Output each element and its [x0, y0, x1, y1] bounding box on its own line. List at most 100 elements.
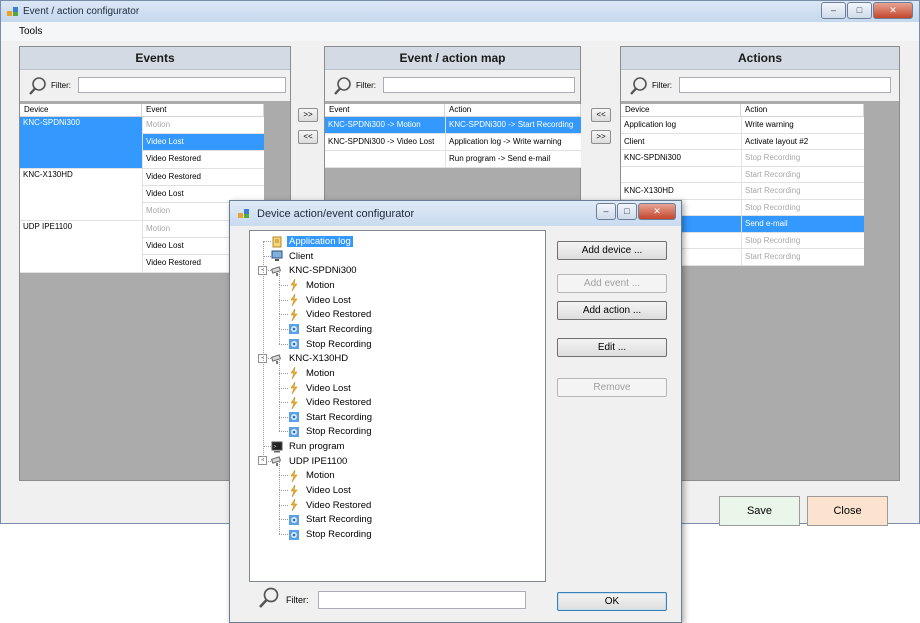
tree-node[interactable]: KNC-SPDNi300	[270, 264, 359, 277]
events-grid: Device Event KNC-SPDNi300 Motion Video Los…	[20, 104, 264, 273]
column-event[interactable]: Event	[142, 104, 264, 116]
tree-node-label: Motion	[306, 279, 335, 291]
event-bolt-icon	[288, 279, 300, 292]
minimize-icon[interactable]: –	[821, 2, 846, 19]
tree-node[interactable]: Application log	[271, 235, 353, 248]
svg-text:>: >	[274, 444, 277, 450]
event-cell[interactable]: Motion	[143, 117, 264, 134]
table-row[interactable]: KNC-SPDNi300 Stop Recording	[621, 150, 864, 167]
device-cell[interactable]: KNC-SPDNi300	[20, 117, 142, 168]
menubar: Tools	[1, 22, 919, 41]
tree-node[interactable]: Stop Recording	[288, 338, 373, 351]
tree-node-label: Video Restored	[306, 397, 372, 409]
maximize-icon[interactable]: □	[847, 2, 872, 19]
table-row[interactable]: KNC-X130HD Start Recording	[621, 183, 864, 200]
save-button[interactable]: Save	[719, 496, 800, 526]
window-controls: – □ ✕	[820, 2, 913, 19]
tree-node-label: Client	[289, 250, 314, 262]
device-cell[interactable]: UDP IPE1100	[20, 221, 142, 272]
tree-node-label: KNC-SPDNi300	[289, 265, 357, 277]
tree-node[interactable]: Motion	[288, 367, 337, 380]
device-tree[interactable]: Application log Client KNC-SPDNi300- Motion…	[249, 230, 546, 582]
add-event-button[interactable]: Add event ...	[557, 274, 667, 293]
maximize-icon[interactable]: □	[617, 203, 637, 220]
search-icon	[630, 77, 647, 95]
actions-filter-input[interactable]	[679, 77, 891, 93]
dialog-filter-input[interactable]	[318, 591, 526, 609]
action-cell: Run program -> Send e-mail	[445, 151, 581, 167]
table-row[interactable]: Start Recording	[621, 166, 864, 183]
tree-node[interactable]: Video Restored	[288, 396, 373, 409]
app-icon	[7, 7, 18, 16]
tree-node[interactable]: Video Restored	[288, 499, 373, 512]
column-device[interactable]: Device	[20, 104, 142, 116]
tree-node[interactable]: Video Restored	[288, 308, 373, 321]
monitor-icon	[271, 250, 283, 262]
tree-node[interactable]: Client	[271, 250, 315, 263]
event-cell[interactable]: Video Restored	[143, 169, 264, 186]
tree-node[interactable]: Motion	[288, 279, 337, 292]
tree-node[interactable]: Start Recording	[288, 513, 374, 526]
add-mapping-button[interactable]: >>	[298, 108, 318, 122]
close-icon[interactable]: ✕	[638, 203, 676, 220]
table-row[interactable]: KNC-SPDNi300 -> Motion KNC-SPDNi300 -> St…	[325, 117, 581, 134]
events-filter-row: Filter:	[20, 70, 290, 101]
column-device[interactable]: Device	[621, 104, 741, 116]
tree-node[interactable]: Start Recording	[288, 411, 374, 424]
table-row[interactable]: Run program -> Send e-mail	[325, 151, 581, 168]
device-cell	[621, 167, 741, 183]
action-cell: Start Recording	[741, 183, 864, 199]
add-action-button[interactable]: >>	[591, 130, 611, 144]
column-action[interactable]: Action	[741, 104, 864, 116]
window-title: Event / action configurator	[23, 6, 140, 17]
table-row[interactable]: KNC-SPDNi300 -> Video Lost Application lo…	[325, 134, 581, 151]
filter-label: Filter:	[356, 81, 376, 90]
tree-node-label: Application log	[287, 236, 353, 247]
table-row[interactable]: Client Activate layout #2	[621, 133, 864, 150]
tree-node-label: Start Recording	[306, 411, 373, 423]
events-grid-body: KNC-SPDNi300 Motion Video Lost Video Restor…	[20, 117, 264, 273]
event-cell[interactable]: Video Restored	[143, 151, 264, 168]
column-action[interactable]: Action	[445, 104, 581, 116]
action-gear-icon	[288, 514, 300, 526]
tree-node[interactable]: Stop Recording	[288, 528, 373, 541]
close-button[interactable]: Close	[807, 496, 888, 526]
tree-node[interactable]: UDP IPE1100	[270, 455, 349, 468]
tree-node[interactable]: Video Lost	[288, 484, 353, 497]
event-cell[interactable]: Video Lost	[143, 134, 264, 151]
tree-node[interactable]: > Run program	[271, 440, 346, 453]
tree-node[interactable]: KNC-X130HD	[270, 352, 350, 365]
remove-button[interactable]: Remove	[557, 378, 667, 397]
map-grid-body: KNC-SPDNi300 -> Motion KNC-SPDNi300 -> St…	[325, 117, 581, 168]
tree-node-label: Start Recording	[306, 514, 373, 526]
tree-node-label: Stop Recording	[306, 426, 372, 438]
map-filter-input[interactable]	[383, 77, 575, 93]
tree-node[interactable]: Video Lost	[288, 293, 353, 307]
terminal-icon: >	[271, 441, 283, 453]
tree-node-label: Video Lost	[306, 294, 351, 306]
column-event[interactable]: Event	[325, 104, 445, 116]
dialog-titlebar[interactable]: Device action/event configurator – □ ✕	[230, 201, 681, 226]
event-bolt-icon	[288, 484, 300, 497]
close-icon[interactable]: ✕	[873, 2, 913, 19]
ok-button[interactable]: OK	[557, 592, 667, 611]
main-titlebar[interactable]: Event / action configurator – □ ✕	[1, 1, 919, 22]
events-filter-input[interactable]	[78, 77, 286, 93]
remove-action-button[interactable]: <<	[591, 108, 611, 122]
device-cell[interactable]: KNC-X130HD	[20, 169, 142, 220]
menu-tools[interactable]: Tools	[19, 26, 42, 37]
add-device-button[interactable]: Add device ...	[557, 241, 667, 260]
tree-node[interactable]: Start Recording	[288, 323, 374, 336]
map-grid-header: Event Action	[325, 104, 581, 117]
remove-mapping-button[interactable]: <<	[298, 130, 318, 144]
tree-node[interactable]: Motion	[288, 469, 337, 483]
minimize-icon[interactable]: –	[596, 203, 616, 220]
search-icon	[334, 77, 351, 95]
tree-node[interactable]: Stop Recording	[288, 425, 373, 438]
event-column: Motion Video Lost Video Restored	[142, 117, 264, 168]
camera-icon	[270, 455, 283, 467]
add-action-button[interactable]: Add action ...	[557, 301, 667, 320]
edit-button[interactable]: Edit ...	[557, 338, 667, 357]
table-row[interactable]: Application log Write warning	[621, 117, 864, 134]
tree-node[interactable]: Video Lost	[288, 381, 353, 395]
